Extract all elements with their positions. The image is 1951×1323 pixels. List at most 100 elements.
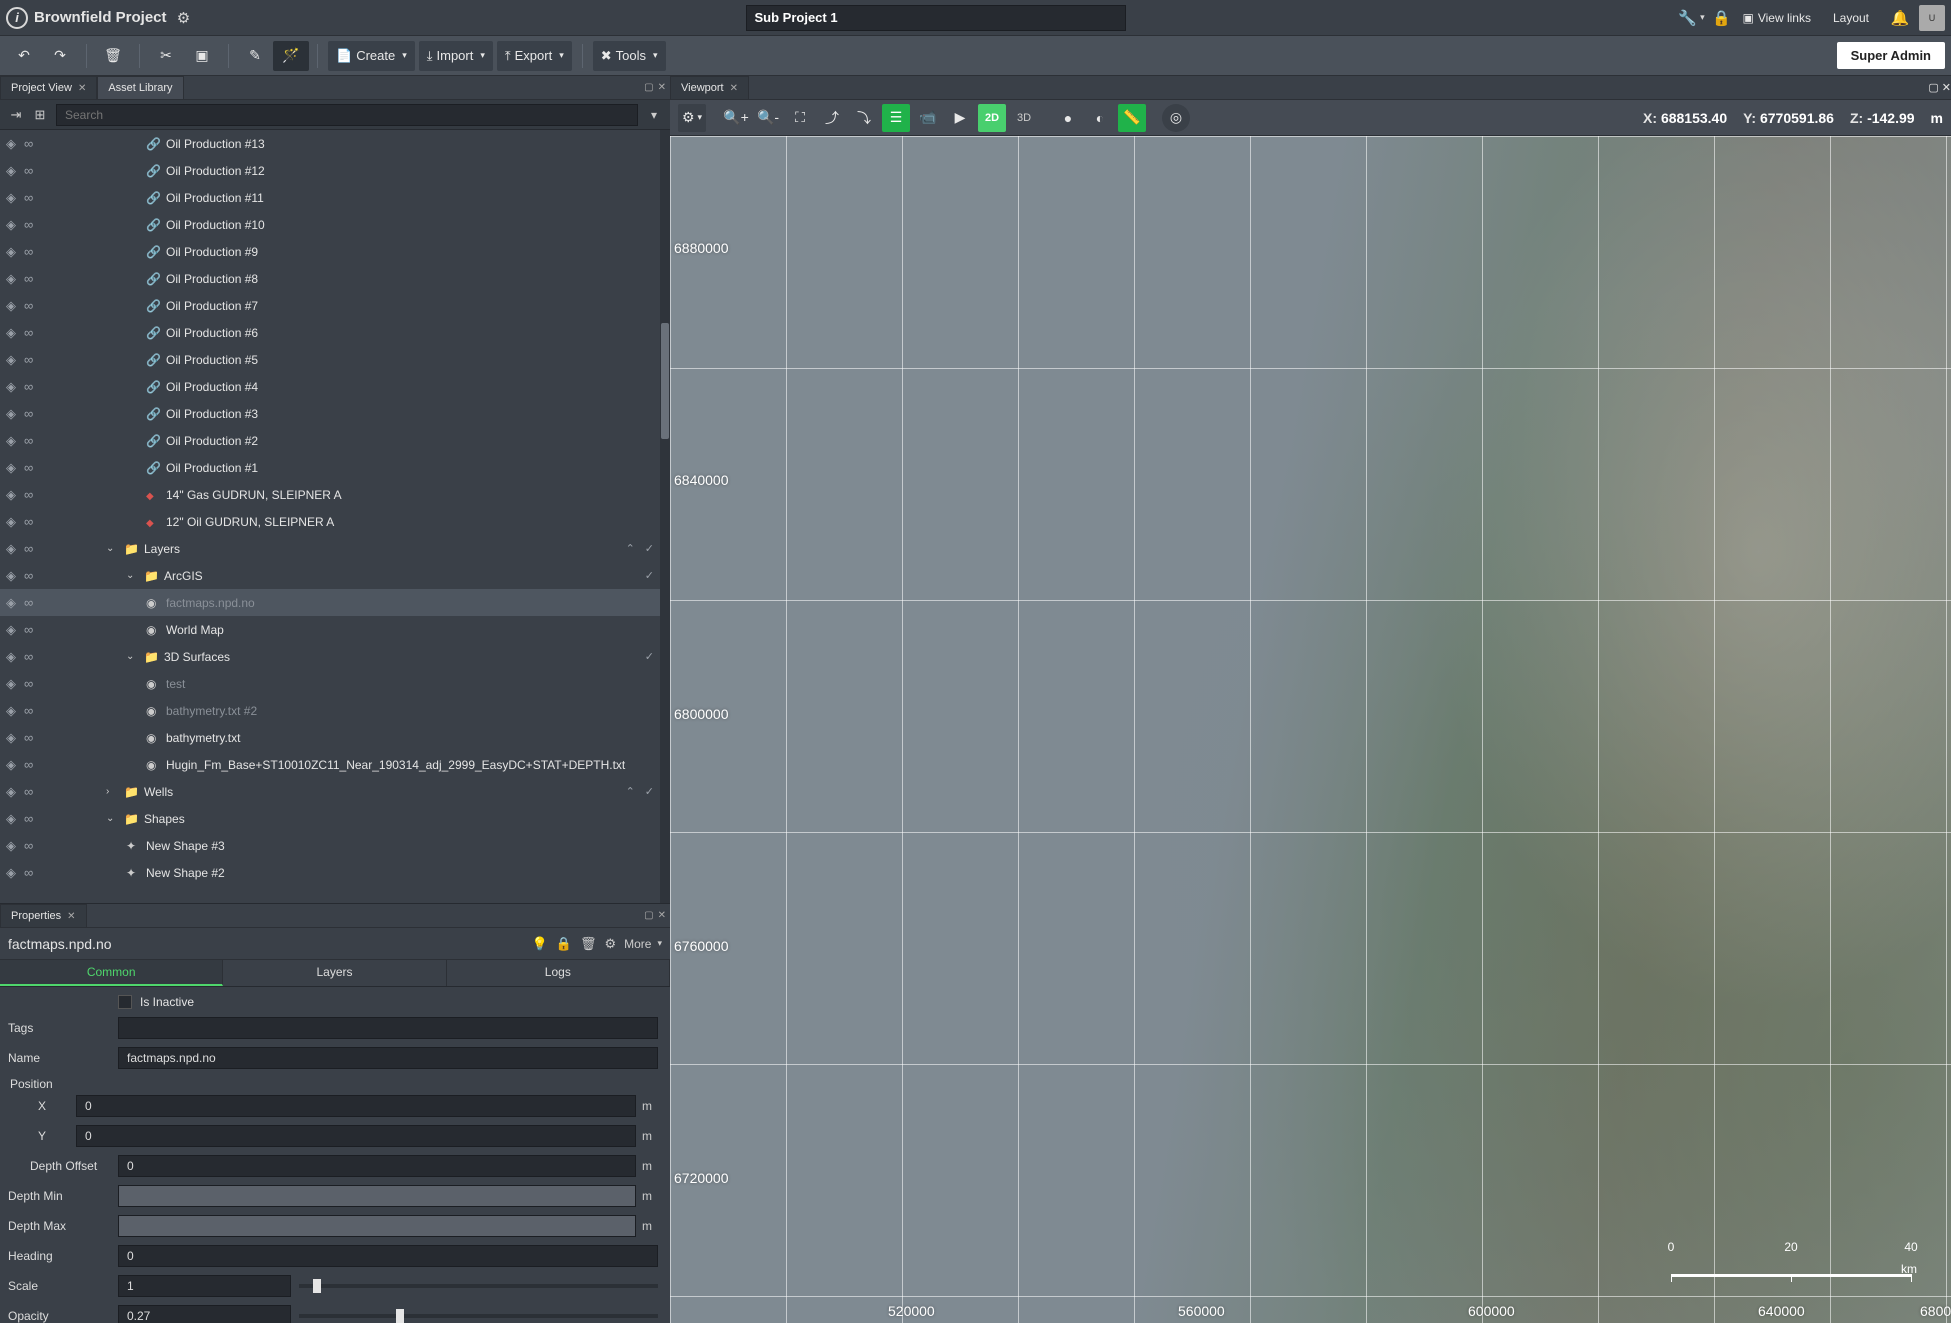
tree-row[interactable]: ◈∞⌄📁Shapes — [0, 805, 670, 832]
scrollbar-thumb[interactable] — [661, 323, 669, 439]
link-icon[interactable]: ∞ — [24, 541, 33, 556]
link-icon[interactable]: ∞ — [24, 163, 33, 178]
tree-row[interactable]: ◈∞◉bathymetry.txt — [0, 724, 670, 751]
chevron-down-icon[interactable]: ⌄ — [126, 651, 138, 662]
ruler-icon[interactable]: 📏 — [1118, 104, 1146, 132]
visibility-icon[interactable]: ◈ — [6, 433, 16, 449]
link-icon[interactable]: ∞ — [24, 703, 33, 718]
link-icon[interactable]: ∞ — [24, 433, 33, 448]
visibility-icon[interactable]: ◈ — [6, 541, 16, 557]
check-icon[interactable]: ✓ — [645, 650, 654, 663]
visibility-icon[interactable]: ◈ — [6, 514, 16, 530]
tree-search-input[interactable] — [56, 104, 638, 126]
opacity-input[interactable] — [118, 1305, 291, 1323]
lock-icon[interactable]: 🔒 — [1708, 5, 1734, 31]
tree-expand-icon[interactable]: ⇥ — [4, 103, 28, 127]
zoom-out-icon[interactable]: 🔍- — [754, 104, 782, 132]
close-tab-icon[interactable]: ✕ — [730, 83, 738, 94]
zoom-in-icon[interactable]: 🔍+ — [722, 104, 750, 132]
tree-row[interactable]: ◈∞🔗Oil Production #2 — [0, 427, 670, 454]
download-view-icon[interactable]: ⤵ — [850, 104, 878, 132]
target-icon[interactable]: ◎ — [1162, 104, 1190, 132]
heading-input[interactable] — [118, 1245, 658, 1267]
tree-row[interactable]: ◈∞◆12" Oil GUDRUN, SLEIPNER A — [0, 508, 670, 535]
visibility-icon[interactable]: ◈ — [6, 568, 16, 584]
notifications-bell-icon[interactable]: 🔔 — [1887, 5, 1913, 31]
create-menu[interactable]: 📄 Create ▾ — [328, 41, 415, 71]
tree-row[interactable]: ◈∞🔗Oil Production #3 — [0, 400, 670, 427]
tab-project-view[interactable]: Project View ✕ — [0, 76, 97, 99]
tree-row[interactable]: ◈∞🔗Oil Production #12 — [0, 157, 670, 184]
link-icon[interactable]: ∞ — [24, 460, 33, 475]
check-icon[interactable]: ✓ — [645, 569, 654, 582]
props-tab-layers[interactable]: Layers — [223, 960, 446, 986]
visibility-icon[interactable]: ◈ — [6, 487, 16, 503]
filter-icon[interactable]: ▾ — [642, 103, 666, 127]
upload-view-icon[interactable]: ⤴ — [818, 104, 846, 132]
link-icon[interactable]: ∞ — [24, 514, 33, 529]
tab-properties[interactable]: Properties ✕ — [0, 904, 87, 927]
link-icon[interactable]: ∞ — [24, 217, 33, 232]
tools-wrench-icon[interactable]: 🔧▾ — [1678, 5, 1704, 31]
panel-close-icon[interactable]: ✕ — [1942, 82, 1951, 94]
tree-row[interactable]: ◈∞✦New Shape #2 — [0, 859, 670, 886]
fullscreen-icon[interactable]: ⛶ — [786, 104, 814, 132]
cut-button[interactable]: ✂ — [148, 41, 184, 71]
tree-row[interactable]: ◈∞🔗Oil Production #13 — [0, 130, 670, 157]
gear-icon[interactable]: ⚙ — [604, 936, 616, 952]
layers-toggle-icon[interactable]: ☰ — [882, 104, 910, 132]
delete-button[interactable]: 🗑 — [95, 41, 131, 71]
visibility-icon[interactable]: ◈ — [6, 784, 16, 800]
tree-row[interactable]: ◈∞⌄📁ArcGIS✓ — [0, 562, 670, 589]
user-avatar[interactable]: U — [1919, 5, 1945, 31]
map-canvas[interactable]: 0 20 40 km 68800006840000680000067600006… — [670, 136, 1951, 1323]
play-icon[interactable]: ▶ — [946, 104, 974, 132]
link-icon[interactable]: ∞ — [24, 757, 33, 772]
link-icon[interactable]: ∞ — [24, 379, 33, 394]
depth-min-input[interactable] — [118, 1185, 636, 1207]
wand-button[interactable]: 🪄 — [273, 41, 309, 71]
x-input[interactable] — [76, 1095, 636, 1117]
link-icon[interactable]: ∞ — [24, 244, 33, 259]
visibility-icon[interactable]: ◈ — [6, 244, 16, 260]
tree-scrollbar[interactable] — [660, 130, 670, 903]
tree-row[interactable]: ◈∞⌄📁Layers⌃✓ — [0, 535, 670, 562]
trash-icon[interactable]: 🗑 — [580, 936, 597, 952]
link-icon[interactable]: ∞ — [24, 325, 33, 340]
link-icon[interactable]: ∞ — [24, 730, 33, 745]
tree-row[interactable]: ◈∞›📁Wells⌃✓ — [0, 778, 670, 805]
lock-icon[interactable]: 🔒 — [556, 936, 572, 952]
close-tab-icon[interactable]: ✕ — [67, 911, 75, 922]
visibility-icon[interactable]: ◈ — [6, 379, 16, 395]
link-icon[interactable]: ∞ — [24, 622, 33, 637]
panel-maximize-icon[interactable]: ▢ — [1928, 82, 1938, 94]
scale-input[interactable] — [118, 1275, 291, 1297]
link-icon[interactable]: ∞ — [24, 406, 33, 421]
subproject-select[interactable] — [746, 5, 1126, 31]
visibility-icon[interactable]: ◈ — [6, 595, 16, 611]
check-icon[interactable]: ✓ — [645, 785, 654, 798]
pencil-button[interactable]: ✎ — [237, 41, 273, 71]
link-icon[interactable]: ∞ — [24, 784, 33, 799]
visibility-icon[interactable]: ◈ — [6, 838, 16, 854]
y-input[interactable] — [76, 1125, 636, 1147]
tree-add-icon[interactable]: ⊞ — [28, 103, 52, 127]
link-icon[interactable]: ∞ — [24, 352, 33, 367]
panel-close-icon[interactable]: ✕ — [658, 910, 666, 921]
link-icon[interactable]: ∞ — [24, 865, 33, 880]
opacity-slider[interactable] — [299, 1314, 658, 1318]
link-icon[interactable]: ∞ — [24, 676, 33, 691]
visibility-icon[interactable]: ◈ — [6, 703, 16, 719]
panel-maximize-icon[interactable]: ▢ — [644, 82, 653, 93]
tree-row[interactable]: ◈∞🔗Oil Production #7 — [0, 292, 670, 319]
bulb-icon[interactable]: 💡 — [532, 936, 548, 952]
visibility-icon[interactable]: ◈ — [6, 352, 16, 368]
props-tab-common[interactable]: Common — [0, 960, 223, 986]
camera-icon[interactable]: 📹 — [914, 104, 942, 132]
tree-row[interactable]: ◈∞🔗Oil Production #11 — [0, 184, 670, 211]
tree-row[interactable]: ◈∞🔗Oil Production #5 — [0, 346, 670, 373]
visibility-icon[interactable]: ◈ — [6, 136, 16, 152]
tab-viewport[interactable]: Viewport ✕ — [670, 76, 749, 99]
more-menu[interactable]: More▾ — [624, 937, 662, 951]
opacity-slider-thumb[interactable] — [396, 1309, 404, 1323]
